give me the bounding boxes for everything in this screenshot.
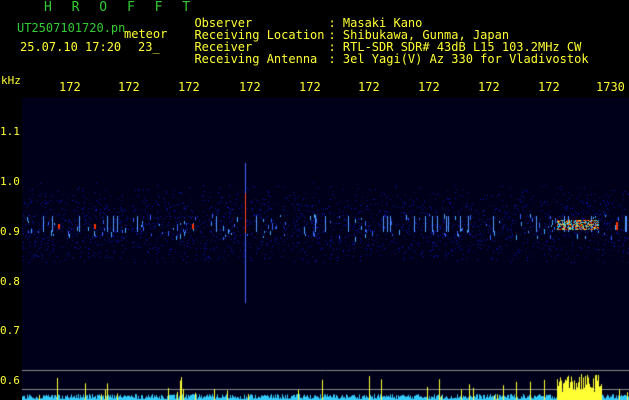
datetime-label: 25.07.10 17:20 bbox=[20, 40, 122, 54]
x-tick-label: 172 bbox=[358, 80, 380, 94]
y-tick-label: 0.9 bbox=[0, 225, 20, 238]
antenna-label: Receiving Antenna bbox=[194, 52, 318, 66]
x-tick-label: 1730 bbox=[596, 80, 625, 94]
y-tick-label: 1.1 bbox=[0, 125, 20, 138]
count-label: 23_ bbox=[138, 40, 160, 54]
waterfall-plot bbox=[22, 98, 629, 400]
x-tick-label: 172 bbox=[418, 80, 440, 94]
y-unit-label: kHz bbox=[1, 74, 21, 87]
x-tick-label: 172 bbox=[59, 80, 81, 94]
antenna-value: 3el Yagi(V) Az 330 for Vladivostok bbox=[342, 52, 589, 66]
y-tick-label: 0.8 bbox=[0, 275, 20, 288]
waterfall-canvas bbox=[22, 98, 629, 400]
header-row-antenna: Receiving Antenna: 3el Yagi(V) Az 330 fo… bbox=[180, 41, 589, 66]
filename-label: UT2507101720.pn bbox=[17, 21, 126, 35]
x-tick-label: 172 bbox=[118, 80, 140, 94]
y-tick-label: 0.7 bbox=[0, 324, 20, 337]
x-tick-label: 172 bbox=[178, 80, 200, 94]
antenna-sep: : bbox=[328, 52, 343, 66]
meteor-label: meteor bbox=[124, 27, 168, 41]
y-tick-label: 1.0 bbox=[0, 175, 20, 188]
logo: H R O F F T bbox=[44, 0, 197, 15]
x-tick-label: 172 bbox=[538, 80, 560, 94]
x-tick-label: 172 bbox=[478, 80, 500, 94]
y-tick-label: 0.6 bbox=[0, 374, 20, 387]
x-tick-label: 172 bbox=[239, 80, 261, 94]
x-tick-label: 172 bbox=[299, 80, 321, 94]
